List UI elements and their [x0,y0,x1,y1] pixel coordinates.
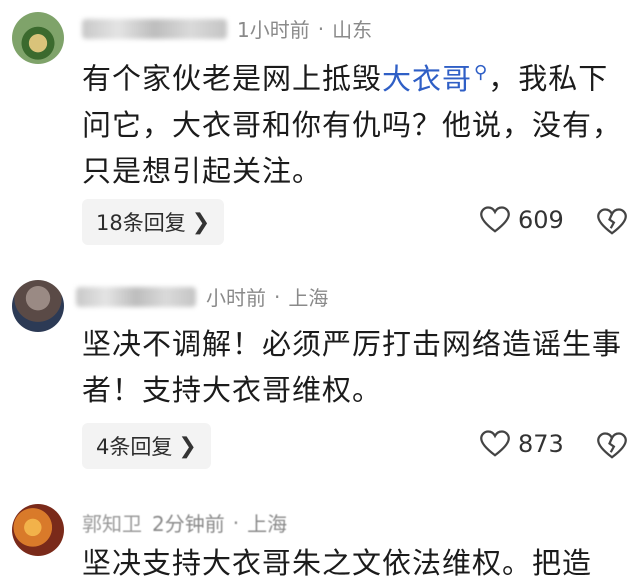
mention-link-text: 大衣哥 [382,61,473,96]
heart-icon [480,206,510,233]
like-count: 609 [518,206,564,234]
comment-location: 山东 [332,18,373,42]
comment-meta: 郭知卫 2分钟前 · 上海 [82,508,287,537]
broken-heart-icon[interactable] [597,432,627,460]
like-count: 873 [518,430,564,458]
comment-location: 上海 [288,286,329,310]
meta-separator: · [274,284,281,309]
meta-separator: · [232,510,240,535]
comment-meta: 1小时前 · 山东 [82,14,372,43]
comment-text: 有个家伙老是网上抵毁大衣哥 ⚲，我私下问它，大衣哥和你有仇吗？他说，没有，只是想引… [82,50,630,194]
comment-meta: 小时前 · 上海 [60,282,328,311]
comment-time: 小时前 [206,286,266,310]
avatar[interactable] [12,280,64,332]
username-blurred[interactable] [76,286,196,307]
comment-username[interactable]: 郭知卫 [82,508,142,537]
meta-separator: · [317,16,325,41]
comment-location: 上海 [247,512,288,536]
comment-time: 1小时前 [237,18,310,42]
avatar[interactable] [12,504,64,556]
search-icon: ⚲ [474,62,489,83]
comment-text-prefix: 有个家伙老是网上抵毁 [82,61,383,96]
comment-time: 2分钟前 [152,512,225,536]
like-button[interactable]: 609 [480,206,564,234]
view-replies-button[interactable]: 4条回复 ❯ [82,423,211,469]
mention-link[interactable]: 大衣哥 ⚲ [382,62,488,96]
replies-count: 18条回复 [96,211,186,235]
comment-1: 1小时前 · 山东 有个家伙老是网上抵毁大衣哥 ⚲，我私下问它，大衣哥和你有仇吗？… [0,0,640,255]
comment-text: 坚决不调解！必须严厉打击网络造谣生事者！支持大衣哥维权。 [82,327,623,407]
comment-3: 郭知卫 2分钟前 · 上海 坚决支持大衣哥朱之文依法维权。把造 [0,490,640,580]
chevron-right-icon: ❯ [178,433,197,459]
view-replies-button[interactable]: 18条回复 ❯ [82,199,225,245]
like-button[interactable]: 873 [480,430,564,458]
comment-text: 坚决支持大衣哥朱之文依法维权。把造 [82,546,593,580]
replies-count: 4条回复 [96,435,173,459]
username-blurred[interactable] [82,18,227,39]
comment-2: 小时前 · 上海 坚决不调解！必须严厉打击网络造谣生事者！支持大衣哥维权。 4条… [0,255,640,490]
chevron-right-icon: ❯ [191,209,211,235]
broken-heart-icon[interactable] [597,208,627,236]
avatar[interactable] [12,12,64,64]
heart-icon [480,430,510,457]
